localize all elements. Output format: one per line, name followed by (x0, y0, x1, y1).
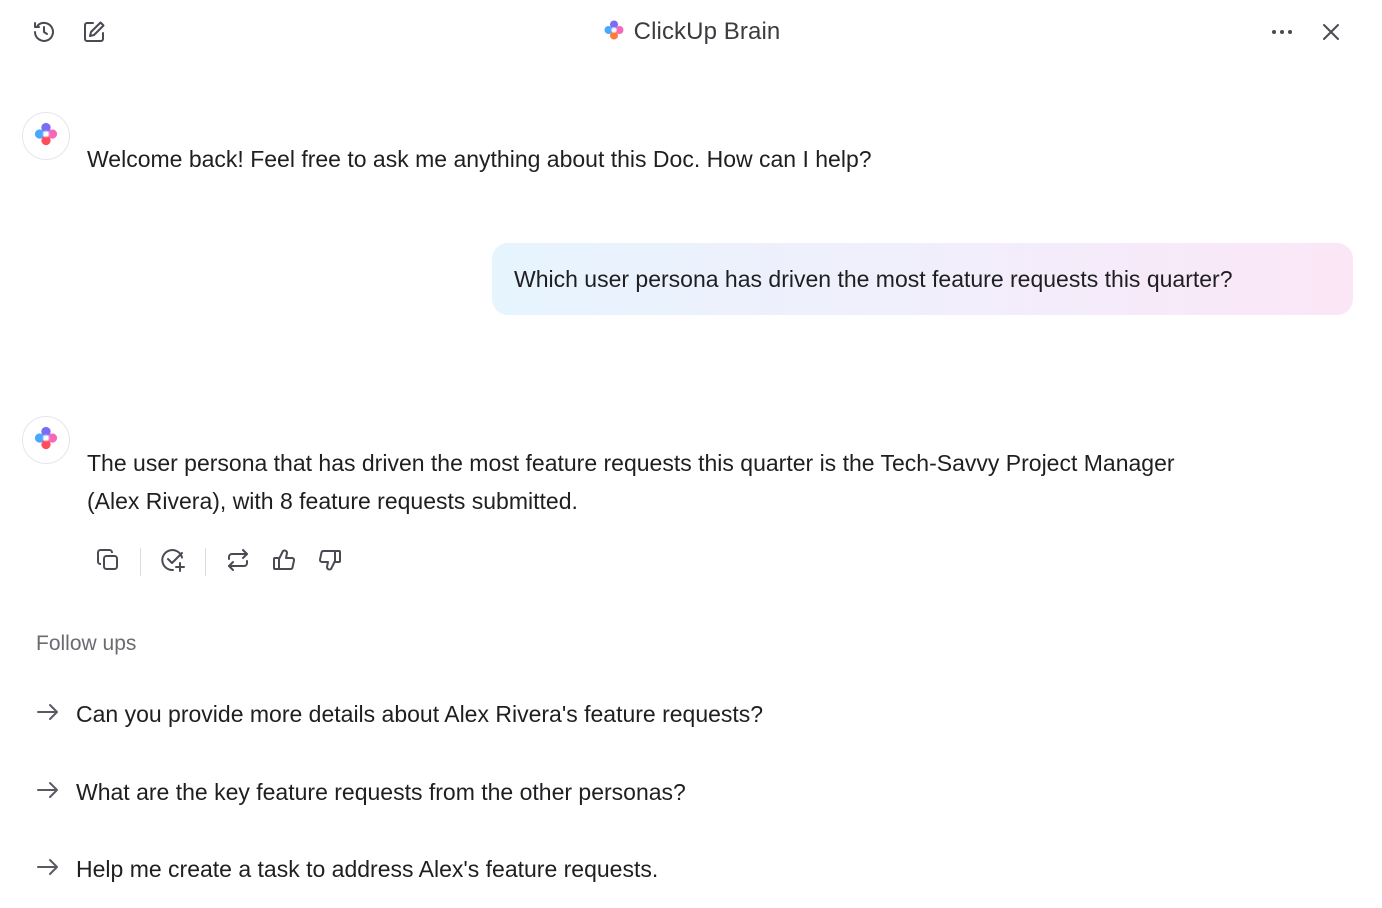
followup-text: Can you provide more details about Alex … (76, 700, 764, 727)
clickup-brain-panel: ClickUp Brain Welcome back! Feel free to… (0, 0, 1382, 908)
thumbs-down-button[interactable] (310, 542, 350, 582)
arrow-right-icon (34, 776, 62, 809)
copy-button[interactable] (88, 542, 128, 582)
close-icon (1317, 18, 1345, 46)
arrow-right-icon (34, 698, 62, 731)
thumbs-down-icon (316, 546, 344, 579)
welcome-message: Welcome back! Feel free to ask me anythi… (87, 146, 872, 172)
followup-item[interactable]: Help me create a task to address Alex's … (34, 847, 658, 891)
followup-text: Help me create a task to address Alex's … (76, 855, 659, 882)
new-chat-icon (80, 18, 108, 46)
create-task-icon (158, 545, 188, 580)
brain-logo-icon (32, 120, 60, 153)
divider (205, 548, 206, 576)
followups-label: Follow ups (36, 632, 137, 655)
brain-logo-icon (602, 18, 626, 47)
brain-avatar (22, 416, 70, 464)
followup-item[interactable]: What are the key feature requests from t… (34, 770, 686, 814)
user-message-bubble: Which user persona has driven the most f… (492, 243, 1353, 315)
more-options-button[interactable] (1264, 14, 1300, 50)
thumbs-up-button[interactable] (264, 542, 304, 582)
answer-actions (88, 542, 350, 582)
followup-text: What are the key feature requests from t… (76, 778, 686, 805)
answer-line-1: The user persona that has driven the mos… (87, 450, 1175, 476)
brain-avatar (22, 112, 70, 160)
history-button[interactable] (26, 14, 62, 50)
new-chat-button[interactable] (76, 14, 112, 50)
divider (140, 548, 141, 576)
header-title: ClickUp Brain (0, 14, 1382, 50)
thumbs-up-icon (270, 546, 298, 579)
page-title: ClickUp Brain (633, 18, 781, 45)
brain-logo-icon (32, 424, 60, 457)
regenerate-button[interactable] (218, 542, 258, 582)
history-icon (30, 18, 58, 46)
answer-line-2: (Alex Rivera), with 8 feature requests s… (87, 488, 578, 514)
close-button[interactable] (1313, 14, 1349, 50)
arrow-right-icon (34, 853, 62, 886)
user-message-text: Which user persona has driven the most f… (514, 265, 1233, 292)
copy-icon (94, 546, 122, 579)
regenerate-icon (224, 546, 252, 579)
followup-item[interactable]: Can you provide more details about Alex … (34, 692, 763, 736)
create-task-button[interactable] (153, 542, 193, 582)
more-options-icon (1268, 18, 1296, 46)
